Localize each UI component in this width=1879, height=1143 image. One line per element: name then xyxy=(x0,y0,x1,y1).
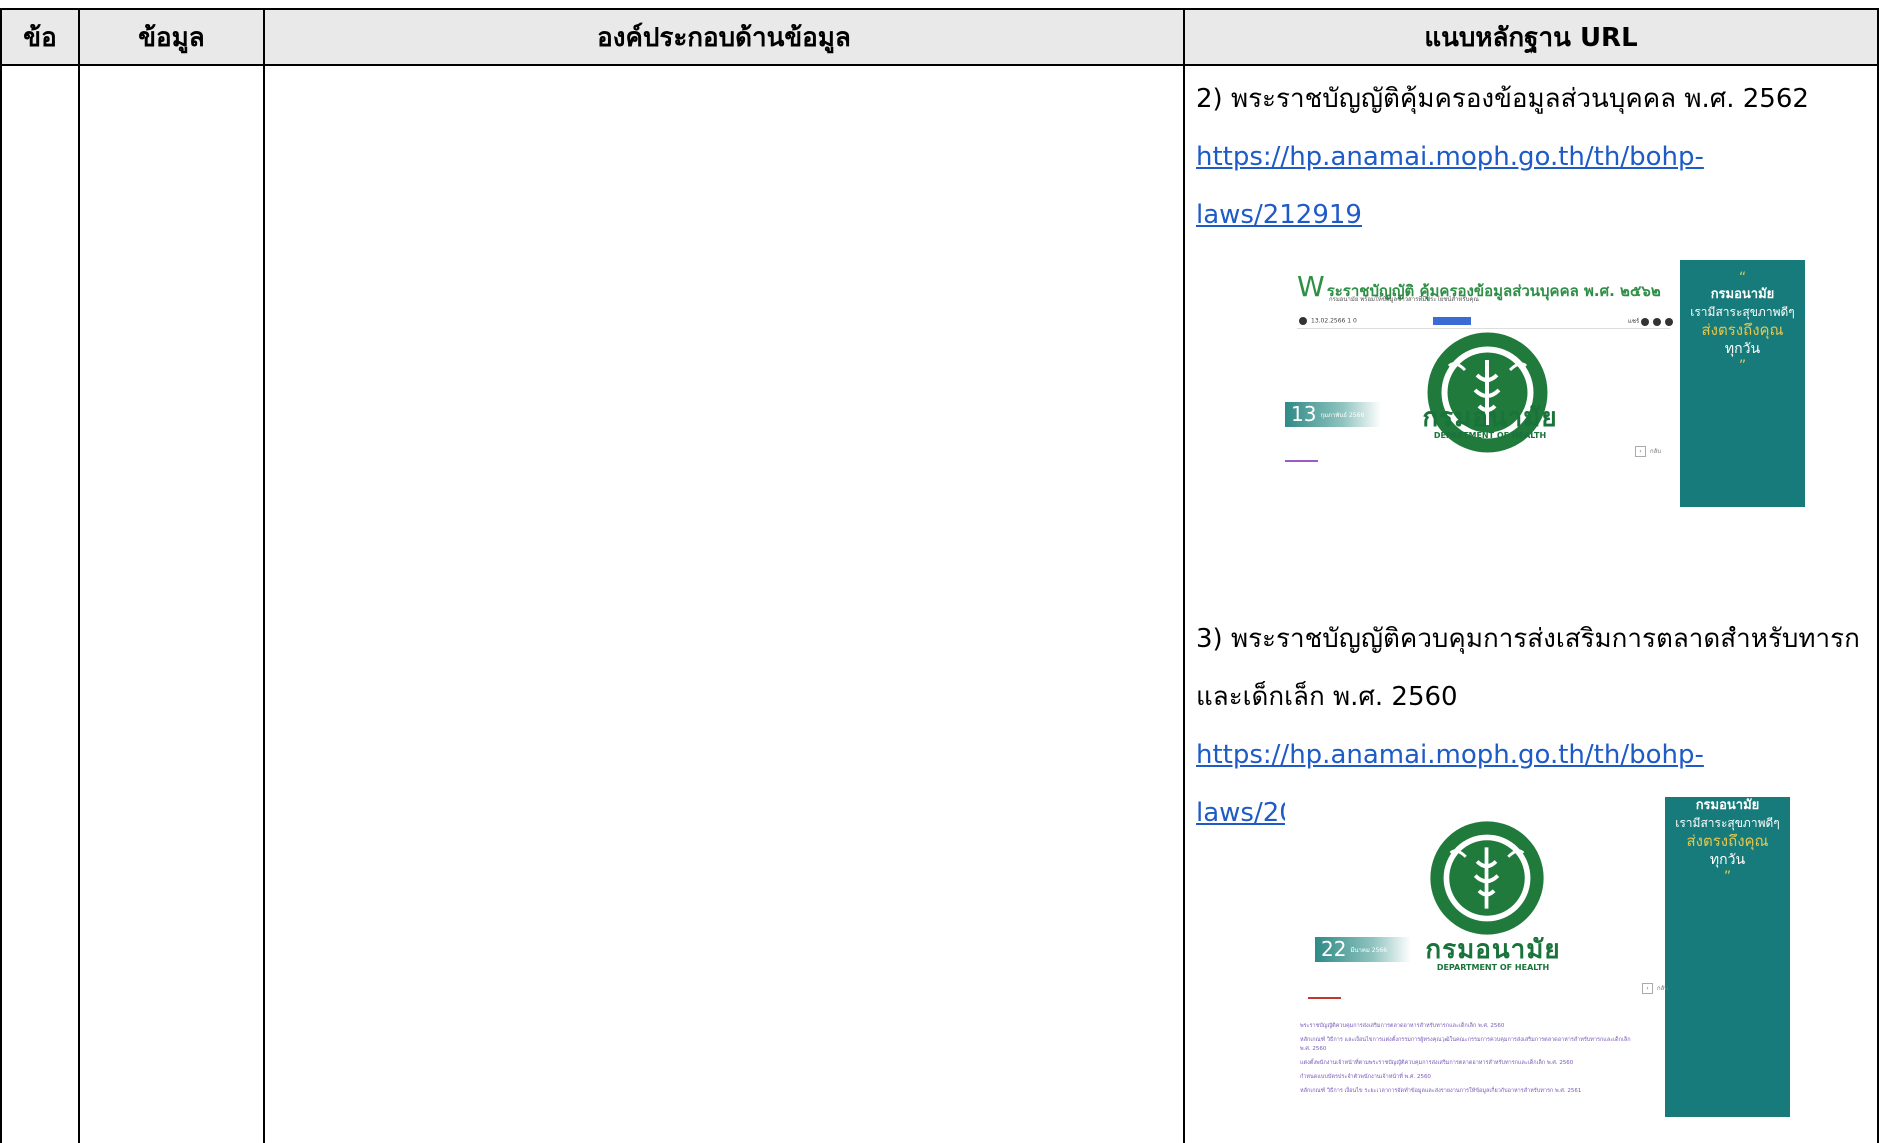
screenshot1-subtitle: กรมอนามัย พร้อมให้ข้อมูลข่าวสารที่มีประโ… xyxy=(1329,296,1479,303)
col-border-1 xyxy=(78,10,80,1143)
screenshot2-brand: กรมอนามัย DEPARTMENT OF HEALTH xyxy=(1425,935,1561,972)
evidence-cell: 2) พระราชบัญญัติคุ้มครองข้อมูลส่วนบุคคล … xyxy=(1196,70,1876,244)
screenshot1-meta: 13.02.2566 1 0 xyxy=(1299,317,1357,325)
screenshot1-accent-line xyxy=(1285,460,1318,462)
item2-link-part1[interactable]: https://hp.anamai.moph.go.th/th/bohp- xyxy=(1196,128,1876,186)
col-border-2 xyxy=(263,10,265,1143)
item2-link-part2[interactable]: laws/212919 xyxy=(1196,186,1876,244)
item3-title-line1: 3) พระราชบัญญัติควบคุมการส่งเสริมการตลาด… xyxy=(1196,624,1860,654)
screenshot-infant-marketing-page: กรมอนามัย เรามีสาระสุขภาพดีๆ ส่งตรงถึงคุ… xyxy=(1285,797,1790,1117)
list-item: กำหนดแบบบัตรประจำตัวพนักงานเจ้าหน้าที่ พ… xyxy=(1300,1074,1431,1080)
screenshot-pdpa-page: W ระราชบัญญัติ คุ้มครองข้อมูลส่วนบุคคล พ.… xyxy=(1285,260,1805,560)
header-no: ข้อ xyxy=(23,23,57,53)
screenshot1-brand: กรมอนามัย DEPARTMENT OF HEALTH xyxy=(1422,403,1558,440)
screenshot1-side-panel: “ กรมอนามัย เรามีสาระสุขภาพดีๆ ส่งตรงถึง… xyxy=(1680,260,1805,507)
list-item: แต่งตั้งพนักงานเจ้าหน้าที่ตามพระราชบัญญั… xyxy=(1300,1060,1574,1066)
header-data: ข้อมูล xyxy=(138,23,205,53)
item3-link-part1[interactable]: https://hp.anamai.moph.go.th/th/bohp- xyxy=(1196,726,1876,784)
screenshot2-document-list: พระราชบัญญัติควบคุมการส่งเสริมการตลาดอาห… xyxy=(1300,1022,1640,1101)
screenshot1-share: แชร์ xyxy=(1628,316,1677,326)
facebook-icon xyxy=(1641,317,1650,326)
list-item: หลักเกณฑ์ วิธีการ เงื่อนไข ระยะเวลาการจั… xyxy=(1300,1088,1582,1094)
item3-title-line2: และเด็กเล็ก พ.ศ. 2560 xyxy=(1196,682,1458,712)
calendar-icon xyxy=(1299,317,1307,325)
list-item: พระราชบัญญัติควบคุมการส่งเสริมการตลาดอาห… xyxy=(1300,1023,1505,1029)
facebook-like-icon xyxy=(1433,317,1471,325)
line-icon xyxy=(1665,317,1674,326)
screenshot2-side-panel: กรมอนามัย เรามีสาระสุขภาพดีๆ ส่งตรงถึงคุ… xyxy=(1665,797,1790,1117)
col-border-left xyxy=(0,10,2,1143)
screenshot2-back: ‹ กลับ xyxy=(1642,983,1668,994)
screenshot1-back: ‹ กลับ xyxy=(1635,446,1661,457)
screenshot1-date: 13 กุมภาพันธ์ 2566 xyxy=(1285,402,1381,427)
screenshot2-date: 22 มีนาคม 2566 xyxy=(1315,937,1411,962)
twitter-icon xyxy=(1653,317,1662,326)
ministry-emblem-icon xyxy=(1430,821,1544,935)
screenshot2-accent-line xyxy=(1308,997,1341,999)
col-border-3 xyxy=(1183,10,1185,1143)
header-components: องค์ประกอบด้านข้อมูล xyxy=(597,23,851,53)
list-item: หลักเกณฑ์ วิธีการ และเงื่อนไขการแต่งตั้ง… xyxy=(1300,1037,1631,1052)
item2-title: 2) พระราชบัญญัติคุ้มครองข้อมูลส่วนบุคคล … xyxy=(1196,84,1809,114)
header-evidence-url: แนบหลักฐาน URL xyxy=(1424,23,1638,53)
